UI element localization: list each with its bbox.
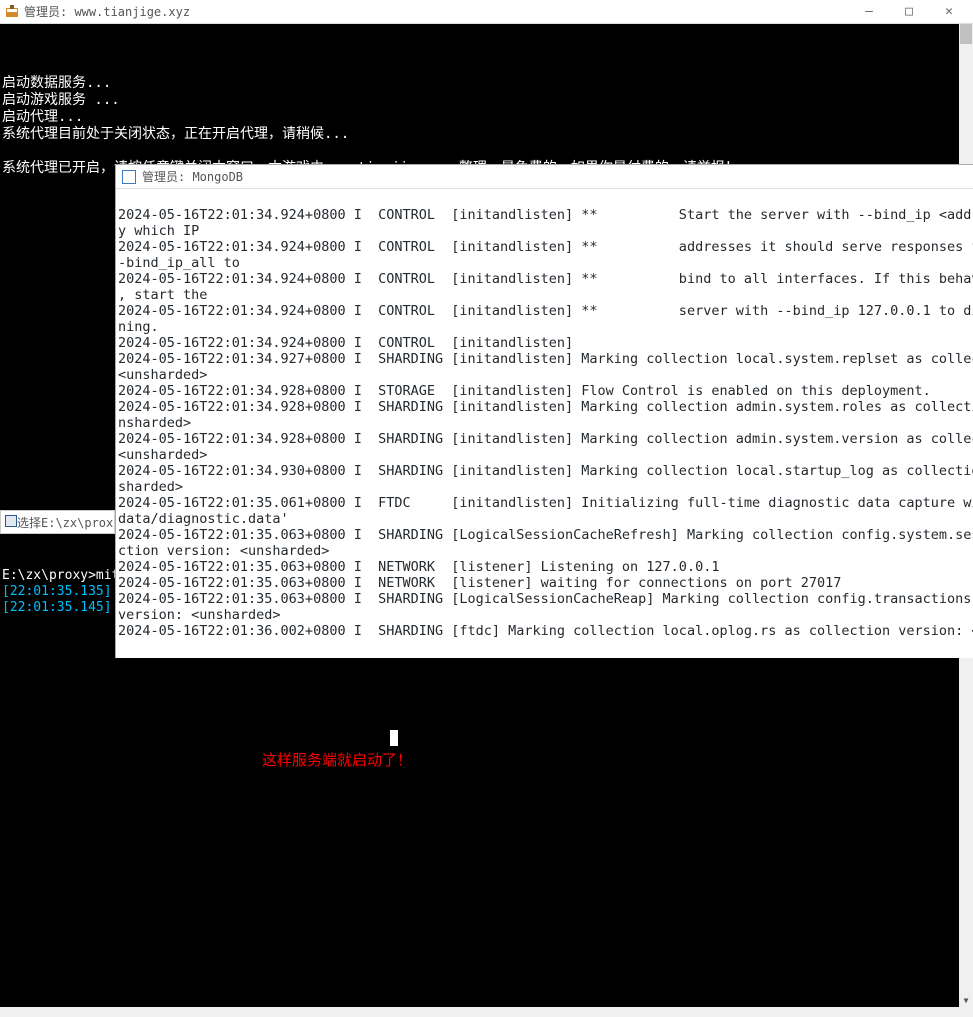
proxy-line [2,552,10,567]
proxy-title-bar: 选择E:\zx\proxy [0,510,115,534]
mongo-line: 2024-05-16T22:01:35.063+0800 I NETWORK [… [118,575,841,591]
mongo-line: 2024-05-16T22:01:36.002+0800 I SHARDING … [118,623,973,639]
mongodb-window-title: 管理员: MongoDB [142,168,243,185]
maximize-button[interactable]: □ [889,0,929,24]
annotation-text: 这样服务端就启动了！ [262,752,412,769]
mongo-line: 2024-05-16T22:01:34.930+0800 I SHARDING … [118,463,973,479]
mongo-line: <unsharded> [118,367,207,383]
minimize-button[interactable]: — [849,0,889,24]
mongo-line: -bind_ip_all to [118,255,240,271]
scrollbar-down-arrow[interactable]: ▼ [959,993,973,1007]
console-line: 启动数据服务... [2,75,111,91]
mongo-line: ction version: <unsharded> [118,543,329,559]
mongo-line: nsharded> [118,415,191,431]
mongo-line: 2024-05-16T22:01:35.063+0800 I SHARDING … [118,591,973,607]
mongo-line: 2024-05-16T22:01:34.924+0800 I CONTROL [… [118,239,973,255]
mongo-line: sharded> [118,479,183,495]
mongo-line: 2024-05-16T22:01:35.063+0800 I SHARDING … [118,527,973,543]
mongo-line: 2024-05-16T22:01:35.061+0800 I FTDC [ini… [118,495,973,511]
main-window-title: 管理员: www.tianjige.xyz [24,3,190,20]
mongo-line: ning. [118,319,159,335]
proxy-console[interactable]: E:\zx\proxy>mit [22:01:35.135] [22:01:35… [0,534,115,634]
mongo-line: 2024-05-16T22:01:34.928+0800 I SHARDING … [118,399,973,415]
scrollbar-thumb[interactable] [960,24,972,44]
mongodb-console[interactable]: 2024-05-16T22:01:34.924+0800 I CONTROL [… [116,189,973,658]
app-icon [4,4,20,20]
mongo-line: 2024-05-16T22:01:34.928+0800 I STORAGE [… [118,383,931,399]
console-line: 系统代理目前处于关闭状态，正在开启代理，请稍候... [2,126,349,142]
mongodb-window: 管理员: MongoDB 2024-05-16T22:01:34.924+080… [115,164,973,658]
text-cursor [390,730,398,746]
mongo-line: , start the [118,287,207,303]
mongo-line: 2024-05-16T22:01:34.924+0800 I CONTROL [… [118,335,573,351]
proxy-window-title: 选择E:\zx\proxy [17,514,115,531]
close-button[interactable]: ✕ [929,0,969,24]
mongo-line: 2024-05-16T22:01:34.924+0800 I CONTROL [… [118,271,973,287]
mongo-line: data/diagnostic.data' [118,511,289,527]
mongo-line: <unsharded> [118,447,207,463]
proxy-timestamp: [22:01:35.145] [2,600,112,615]
cmd-icon [122,170,136,184]
proxy-timestamp: [22:01:35.135] [2,584,112,599]
main-title-bar: 管理员: www.tianjige.xyz — □ ✕ [0,0,973,24]
mongo-line: 2024-05-16T22:01:35.063+0800 I NETWORK [… [118,559,719,575]
proxy-window: 选择E:\zx\proxy E:\zx\proxy>mit [22:01:35.… [0,510,115,634]
mongo-line: 2024-05-16T22:01:34.924+0800 I CONTROL [… [118,303,973,319]
mongodb-title-bar: 管理员: MongoDB [116,165,973,189]
mongo-line: 2024-05-16T22:01:34.924+0800 I CONTROL [… [118,207,973,223]
mongo-line: version: <unsharded> [118,607,281,623]
mongo-line: y which IP [118,223,199,239]
cmd-icon [5,515,17,530]
mongo-line: 2024-05-16T22:01:34.927+0800 I SHARDING … [118,351,973,367]
mongo-line: 2024-05-16T22:01:34.928+0800 I SHARDING … [118,431,973,447]
proxy-prompt: E:\zx\proxy>mit [2,568,115,583]
console-line: 启动代理... [2,109,83,125]
console-line: 启动游戏服务 ... [2,92,120,108]
